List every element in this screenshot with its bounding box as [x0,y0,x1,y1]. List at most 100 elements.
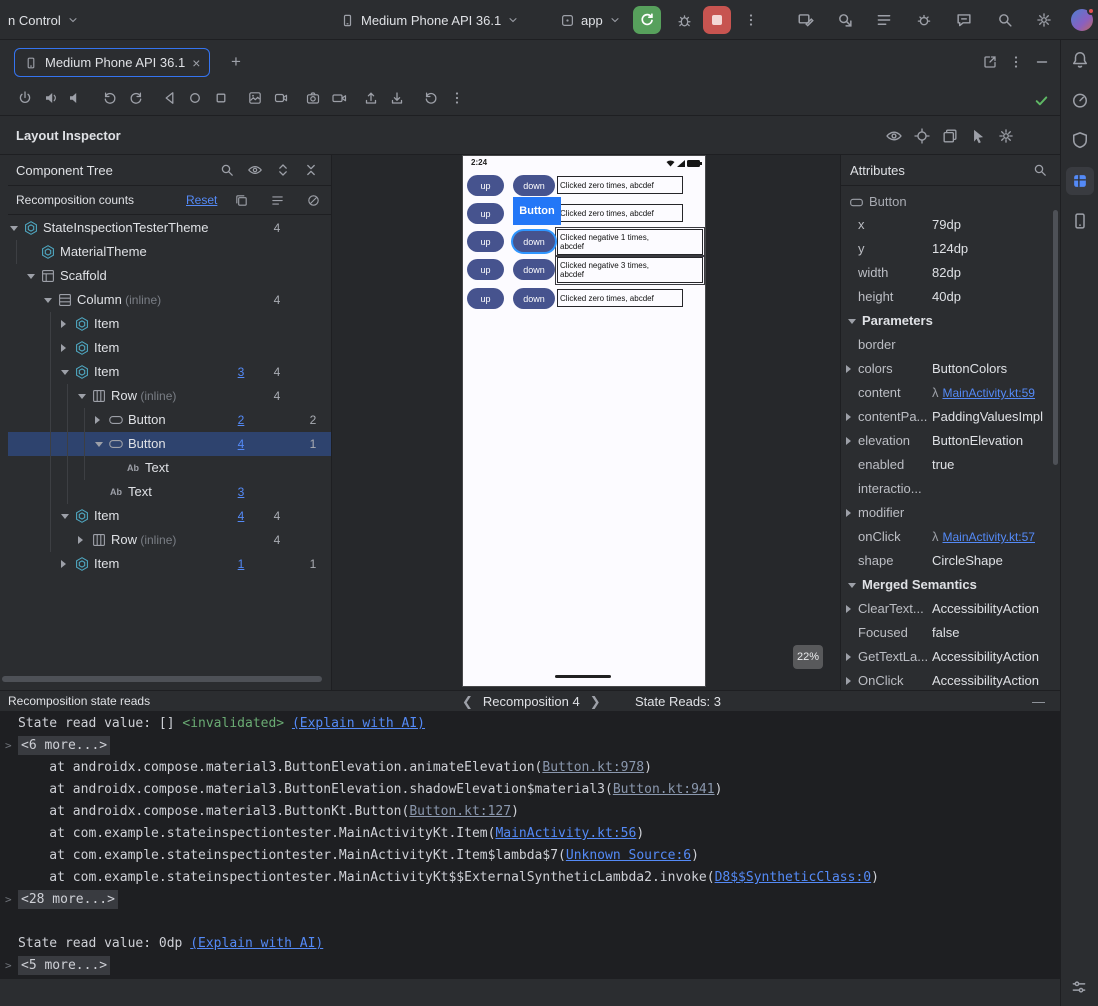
explain-link[interactable]: (Explain with AI) [292,716,425,731]
device-down-button[interactable]: down [513,259,555,280]
pick-element-button[interactable] [912,126,932,146]
download-button[interactable] [385,86,409,110]
fold-chevron-icon[interactable]: > [5,955,12,977]
attr-source-link[interactable]: MainActivity.kt:59 [943,386,1035,400]
device-up-button[interactable]: up [467,175,504,196]
device-selector[interactable]: Medium Phone API 36.1 [340,0,519,40]
console-fold-line[interactable]: > <6 more...> [0,735,1060,757]
device-click-counter-text[interactable]: Clicked zero times, abcdef [557,204,683,222]
run-config-selector[interactable]: app [560,0,621,40]
device-up-button[interactable]: up [467,231,504,252]
close-tab-icon[interactable]: × [192,56,200,70]
android-back-button[interactable] [158,86,182,110]
recomposition-count-link[interactable]: 1 [224,552,258,576]
tree-row-text[interactable]: Ab Text [8,456,331,480]
camera-button[interactable] [301,86,325,110]
tree-collapse-chevron-icon[interactable] [10,226,18,231]
zoom-level-badge[interactable]: 22% [793,645,823,669]
attr-expand-chevron-icon[interactable] [846,365,851,373]
tree-collapse-chevron-icon[interactable] [61,370,69,375]
tree-row-button[interactable]: Button 2 2 [8,408,331,432]
console-fold-line[interactable]: > <28 more...> [0,889,1060,911]
hide-tool-window-button[interactable] [1030,50,1054,74]
tree-expand-chevron-icon[interactable] [61,320,66,328]
toggle-overlay-button[interactable] [940,126,960,146]
screen-record-button[interactable] [269,86,293,110]
device-click-counter-text[interactable]: Clicked zero times, abcdef [557,176,683,194]
device-up-button[interactable]: up [467,259,504,280]
source-link[interactable]: Button.kt:941 [613,782,715,797]
explain-link[interactable]: (Explain with AI) [190,936,323,951]
device-explorer-button[interactable] [1070,211,1090,231]
video-button[interactable] [327,86,351,110]
device-down-button[interactable]: down [513,175,555,196]
explain-link[interactable]: MainActivity.kt:56 [495,826,636,841]
attr-source-link[interactable]: MainActivity.kt:57 [943,530,1035,544]
tree-row-materialtheme[interactable]: MaterialTheme [8,240,331,264]
upload-button[interactable] [359,86,383,110]
tree-search-button[interactable] [217,160,237,180]
attr-expand-chevron-icon[interactable] [846,437,851,445]
tree-horizontal-scrollbar[interactable] [2,676,322,682]
prev-recomposition-button[interactable]: ❮ [462,694,473,710]
tree-collapse-chevron-icon[interactable] [27,274,35,279]
find-usages-button[interactable] [833,8,857,32]
device-click-counter-text[interactable]: Clicked zero times, abcdef [557,289,683,307]
minimize-panel-button[interactable]: — [1032,691,1045,712]
inspector-settings-button[interactable] [996,126,1016,146]
console-line[interactable]: State read value: 0dp (Explain with AI) [0,933,1060,955]
tree-collapse-chevron-icon[interactable] [44,298,52,303]
console-line[interactable]: at androidx.compose.material3.ButtonKt.B… [0,801,1060,823]
source-link[interactable]: Button.kt:127 [409,804,511,819]
device-screen[interactable]: 2:24 Button up down Clicked zero times, ab… [463,156,705,686]
recomposition-count-link[interactable]: 3 [224,480,258,504]
reset-view-button[interactable] [419,86,443,110]
fold-chevron-icon[interactable]: > [5,889,12,911]
device-down-button[interactable]: down [513,231,555,252]
device-click-counter-text[interactable]: Clicked negative 1 times, abcdef [557,229,703,255]
screenshot-button[interactable] [243,86,267,110]
recomposition-count-link[interactable]: 3 [224,360,258,384]
console-line[interactable]: at androidx.compose.material3.ButtonElev… [0,757,1060,779]
section-collapse-chevron-icon[interactable] [848,319,856,324]
skips-column-icon[interactable] [270,193,285,208]
console-line[interactable]: at androidx.compose.material3.ButtonElev… [0,779,1060,801]
attr-expand-chevron-icon[interactable] [846,413,851,421]
volume-down-button[interactable] [63,86,87,110]
android-overview-button[interactable] [209,86,233,110]
next-recomposition-button[interactable]: ❯ [590,694,601,710]
tree-row-row[interactable]: Row (inline) 4 [8,384,331,408]
console-line[interactable]: at com.example.stateinspectiontester.Mai… [0,867,1060,889]
vcs-widget[interactable]: n Control [8,0,79,40]
tree-row-scaffold[interactable]: Scaffold [8,264,331,288]
new-tab-button[interactable]: + [226,52,246,72]
more-run-actions-button[interactable] [739,8,763,32]
debug-button[interactable] [672,8,696,32]
attr-expand-chevron-icon[interactable] [846,677,851,685]
attr-expand-chevron-icon[interactable] [846,605,851,613]
collapse-all-button[interactable] [301,160,321,180]
rotate-right-button[interactable] [124,86,148,110]
attributes-search-button[interactable] [1030,160,1050,180]
counts-column-icon[interactable] [234,193,249,208]
volume-up-button[interactable] [39,86,63,110]
tree-visibility-button[interactable] [245,160,265,180]
select-mode-button[interactable] [968,126,988,146]
tree-row-row[interactable]: Row (inline) 4 [8,528,331,552]
attr-expand-chevron-icon[interactable] [846,509,851,517]
tree-row-item[interactable]: Item 4 4 [8,504,331,528]
console-line[interactable]: State read value: [] <invalidated> (Expl… [0,713,1060,735]
rotate-left-button[interactable] [98,86,122,110]
notifications-button[interactable] [1070,50,1090,70]
tree-expand-chevron-icon[interactable] [95,416,100,424]
console-text[interactable]: <6 more...> [18,736,111,755]
explain-link[interactable]: D8$$SyntheticClass:0 [715,870,872,885]
recomposition-count-link[interactable]: 4 [224,504,258,528]
tree-expand-chevron-icon[interactable] [61,560,66,568]
user-avatar[interactable] [1071,7,1095,31]
gemini-button[interactable] [952,8,976,32]
recomposition-count-link[interactable]: 4 [224,432,258,456]
open-in-new-window-button[interactable] [978,50,1002,74]
profiler-button[interactable] [1070,90,1090,110]
console-line[interactable]: at com.example.stateinspectiontester.Mai… [0,845,1060,867]
